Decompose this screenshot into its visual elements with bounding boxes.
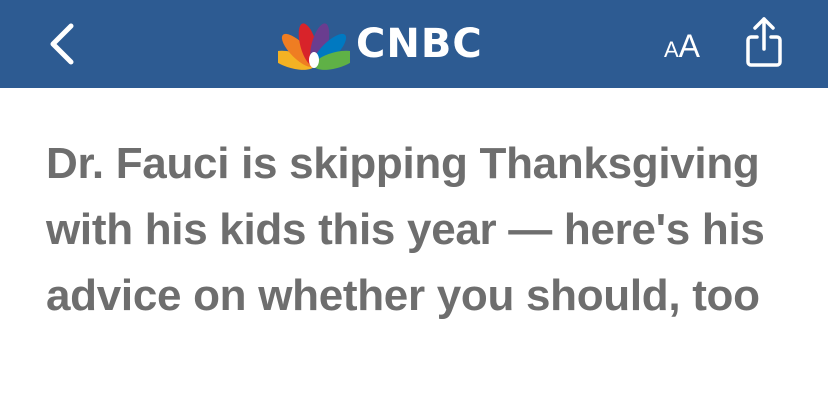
brand-wordmark: CNBC [356, 21, 483, 67]
article-headline: Dr. Fauci is skipping Thanksgiving with … [46, 139, 765, 320]
peacock-icon [278, 23, 350, 70]
chevron-left-icon [50, 23, 74, 65]
text-size-button[interactable]: A A [654, 22, 710, 66]
share-icon [746, 17, 782, 67]
text-size-large-label: A [678, 28, 701, 64]
share-button[interactable] [738, 12, 790, 72]
top-navigation-bar: CNBC A A [0, 0, 828, 88]
text-size-small-label: A [663, 37, 679, 62]
article-page: CNBC A A Dr. Fauci is skipping Thanksgiv… [0, 0, 828, 407]
back-button[interactable] [40, 18, 84, 70]
cnbc-logo[interactable]: CNBC [278, 14, 483, 74]
